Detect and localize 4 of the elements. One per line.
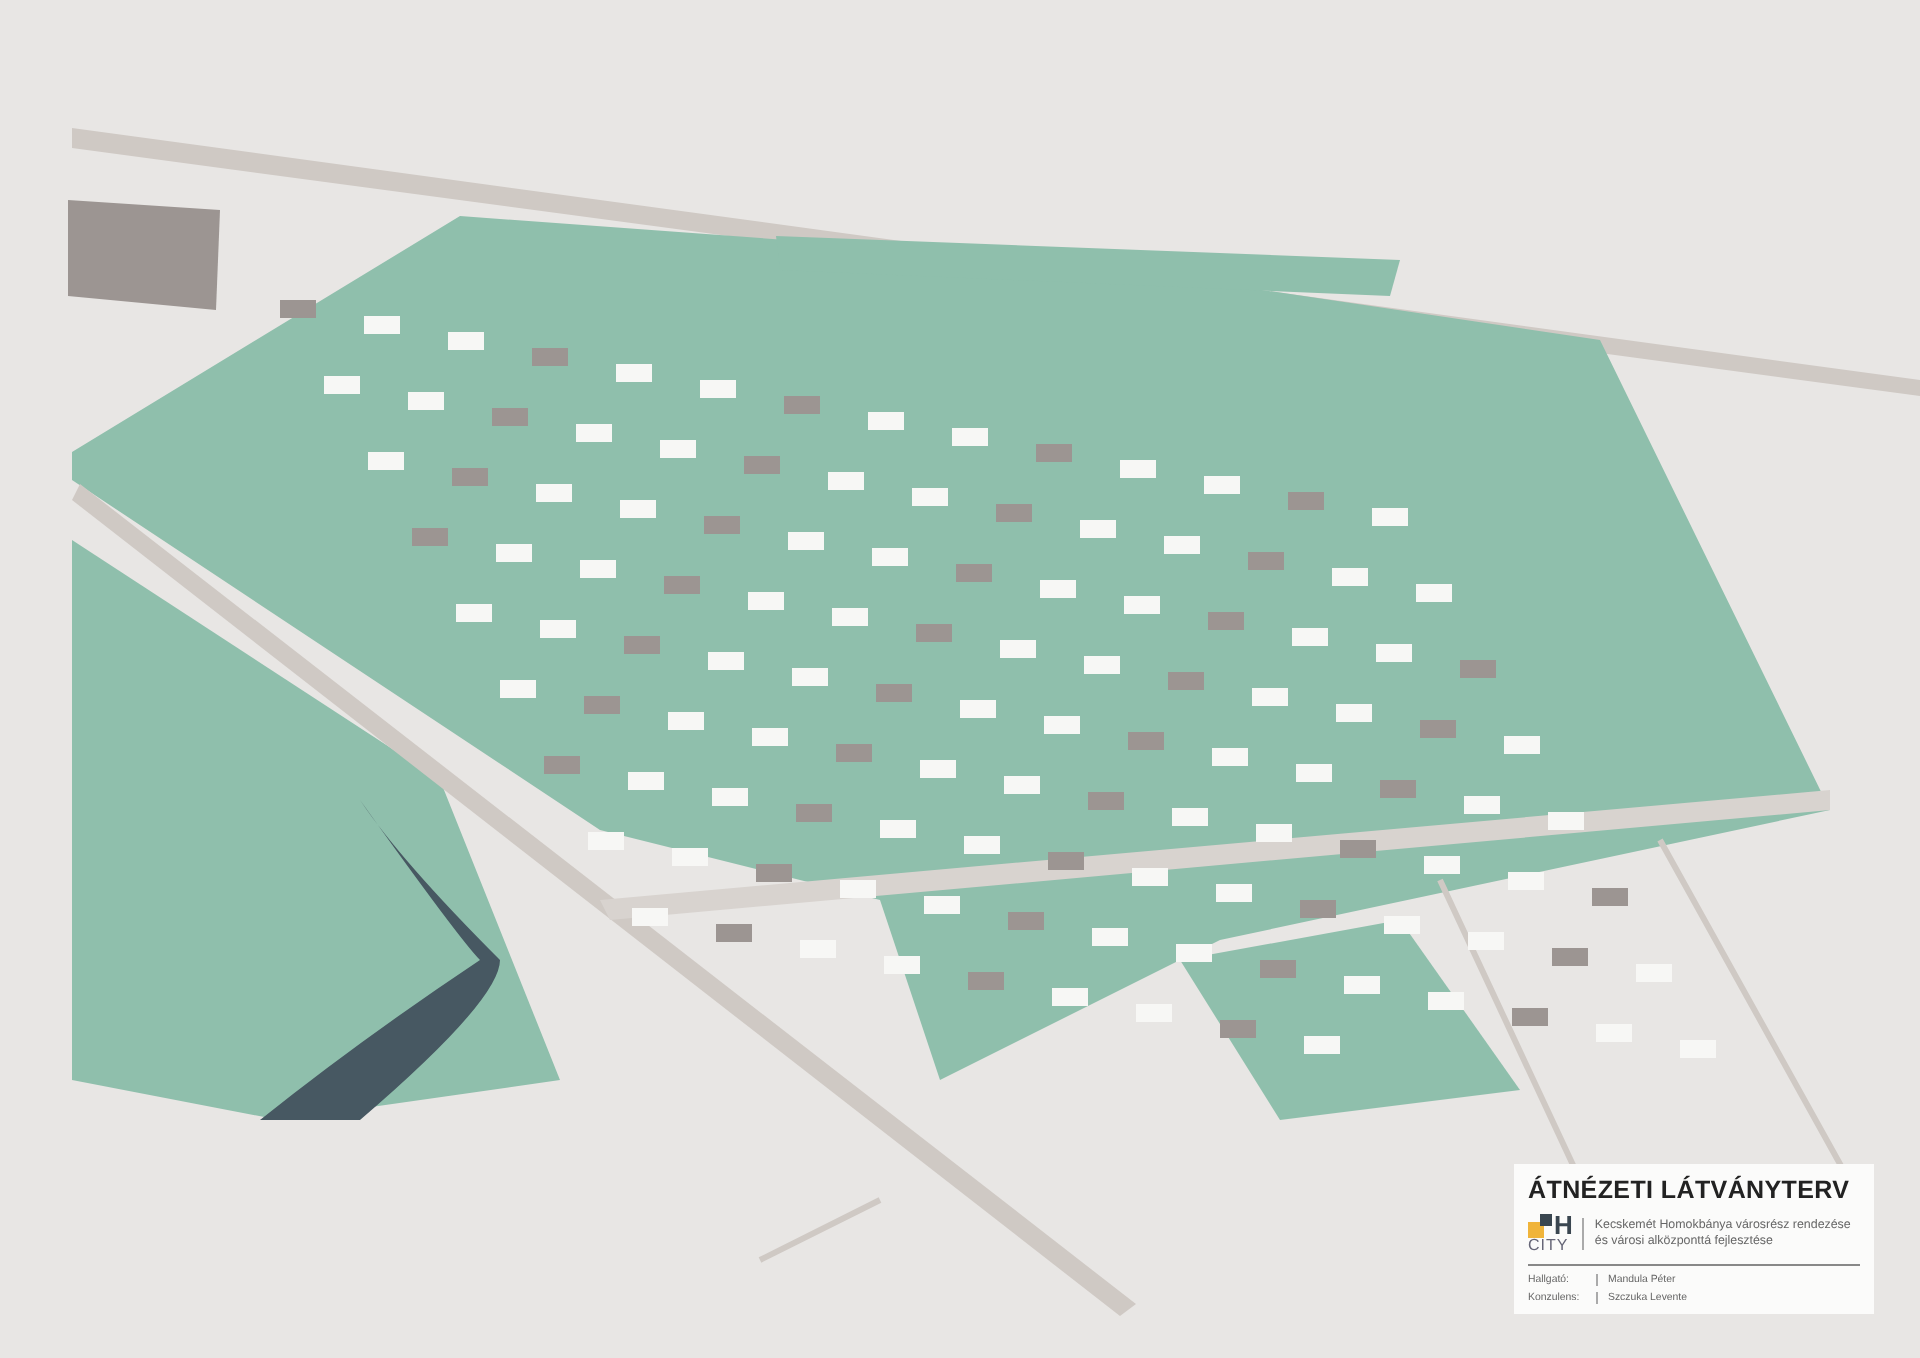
squares-icon bbox=[1528, 1213, 1552, 1237]
title: ÁTNÉZETI LÁTVÁNYTERV bbox=[1528, 1176, 1852, 1204]
logo-word: CITY bbox=[1528, 1238, 1571, 1256]
logo-letter: H bbox=[1554, 1212, 1573, 1238]
